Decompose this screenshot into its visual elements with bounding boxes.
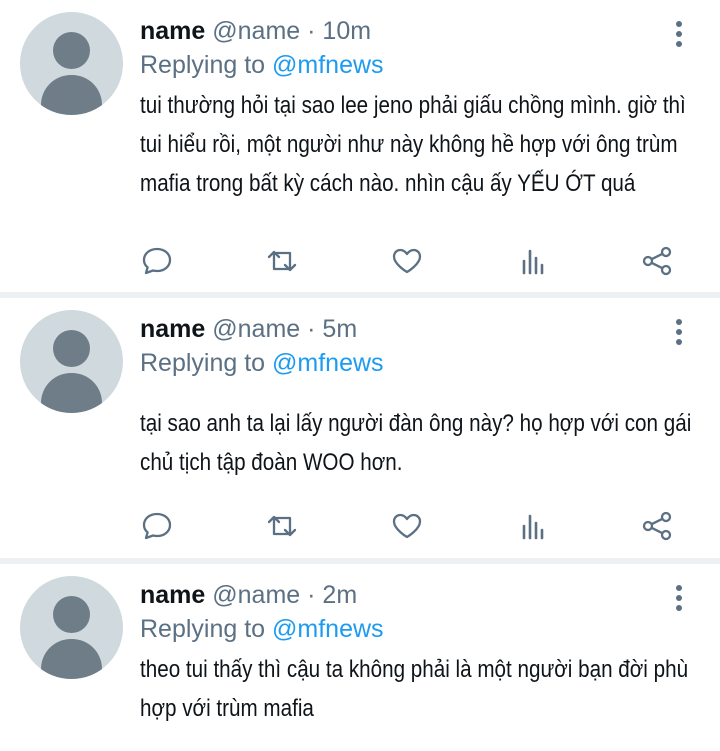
tweet-time[interactable]: 10m [322, 17, 371, 45]
tweet-text: tui thường hỏi tại sao lee jeno phải giấ… [140, 92, 686, 197]
avatar[interactable] [20, 12, 123, 115]
tweet-header: name @name · 5m [140, 314, 357, 344]
avatar-body-shape [41, 639, 102, 679]
tweet-time[interactable]: 5m [322, 315, 357, 343]
replying-to: Replying to @mfnews [140, 348, 384, 378]
tweet-header: name @name · 10m [140, 16, 371, 46]
analytics-icon[interactable] [516, 510, 550, 542]
tweet-text: tại sao anh ta lại lấy người đàn ông này… [140, 410, 692, 476]
heart-icon[interactable] [390, 510, 424, 542]
avatar-head-shape [53, 32, 90, 69]
avatar[interactable] [20, 576, 123, 679]
replying-prefix: Replying to [140, 349, 266, 377]
author-name[interactable]: name [140, 315, 205, 343]
tweet-text: theo tui thấy thì cậu ta không phải là m… [140, 656, 689, 722]
more-vertical-icon[interactable] [676, 319, 682, 349]
reply-icon[interactable] [140, 510, 174, 542]
analytics-icon[interactable] [516, 245, 550, 277]
replying-to: Replying to @mfnews [140, 50, 384, 80]
share-icon[interactable] [640, 510, 674, 542]
retweet-icon[interactable] [265, 245, 299, 277]
more-vertical-icon[interactable] [676, 21, 682, 51]
replying-handle[interactable]: @mfnews [272, 615, 384, 643]
replying-handle[interactable]: @mfnews [272, 349, 384, 377]
author-name[interactable]: name [140, 17, 205, 45]
separator-dot: · [307, 17, 316, 45]
replying-handle[interactable]: @mfnews [272, 51, 384, 79]
share-icon[interactable] [640, 245, 674, 277]
author-handle[interactable]: @name [212, 315, 300, 343]
separator-dot: · [307, 581, 316, 609]
tweet[interactable]: name @name · 10m Replying to @mfnews tui… [0, 0, 720, 292]
tweet-actions [140, 245, 680, 277]
avatar-body-shape [41, 373, 102, 413]
tweet-header: name @name · 2m [140, 580, 357, 610]
replying-prefix: Replying to [140, 51, 266, 79]
avatar-head-shape [53, 596, 90, 633]
author-handle[interactable]: @name [212, 581, 300, 609]
tweet-time[interactable]: 2m [322, 581, 357, 609]
tweet-actions [140, 510, 680, 542]
avatar-body-shape [41, 75, 102, 115]
tweet[interactable]: name @name · 2m Replying to @mfnews theo… [0, 564, 720, 751]
heart-icon[interactable] [390, 245, 424, 277]
separator-dot: · [307, 315, 316, 343]
avatar[interactable] [20, 310, 123, 413]
reply-icon[interactable] [140, 245, 174, 277]
retweet-icon[interactable] [265, 510, 299, 542]
replying-to: Replying to @mfnews [140, 614, 384, 644]
author-handle[interactable]: @name [212, 17, 300, 45]
tweet[interactable]: name @name · 5m Replying to @mfnews tại … [0, 298, 720, 558]
avatar-head-shape [53, 330, 90, 367]
replying-prefix: Replying to [140, 615, 266, 643]
more-vertical-icon[interactable] [676, 585, 682, 615]
author-name[interactable]: name [140, 581, 205, 609]
